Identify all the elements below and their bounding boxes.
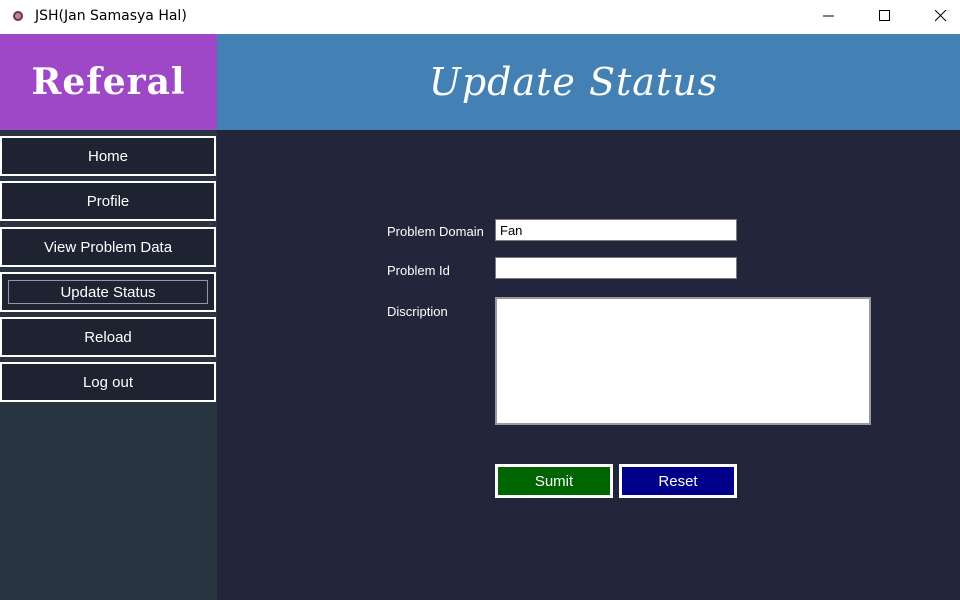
sidebar-item-profile[interactable]: Profile xyxy=(0,181,216,221)
problem-id-input[interactable] xyxy=(495,257,737,279)
submit-button-label: Sumit xyxy=(534,472,574,490)
minimize-button[interactable] xyxy=(806,0,852,32)
problem-id-label: Problem Id xyxy=(387,263,450,278)
sidebar-item-label: View Problem Data xyxy=(43,238,173,256)
sidebar-item-view-problem-data[interactable]: View Problem Data xyxy=(0,227,216,267)
description-label: Discription xyxy=(387,304,448,319)
sidebar-item-label: Home xyxy=(87,147,128,165)
problem-domain-label: Problem Domain xyxy=(387,224,484,239)
reset-button[interactable]: Reset xyxy=(619,464,737,498)
focus-rectangle xyxy=(8,280,208,304)
close-button[interactable] xyxy=(918,0,960,32)
sidebar-item-label: Log out xyxy=(82,373,134,391)
sidebar-item-update-status[interactable]: Update Status xyxy=(0,272,216,312)
sidebar-item-reload[interactable]: Reload xyxy=(0,317,216,357)
window-title: JSH(Jan Samasya Hal) xyxy=(35,8,187,24)
reset-button-label: Reset xyxy=(658,472,698,490)
window-titlebar: JSH(Jan Samasya Hal) xyxy=(0,0,960,34)
sidebar: Home Profile View Problem Data Update St… xyxy=(0,130,217,600)
submit-button[interactable]: Sumit xyxy=(495,464,613,498)
maximize-button[interactable] xyxy=(862,0,908,32)
maximize-icon xyxy=(879,10,890,21)
page-title: Update Status xyxy=(428,60,719,104)
sidebar-item-label: Reload xyxy=(84,328,132,346)
description-textarea[interactable] xyxy=(495,297,871,425)
close-icon xyxy=(935,10,947,22)
problem-domain-input[interactable] xyxy=(495,219,737,241)
app-icon xyxy=(13,11,23,21)
page-header: Update Status xyxy=(217,34,960,130)
logo-panel: Referal xyxy=(0,34,217,130)
minimize-icon xyxy=(823,15,834,17)
sidebar-item-logout[interactable]: Log out xyxy=(0,362,216,402)
sidebar-item-label: Profile xyxy=(86,192,130,210)
logo-text: Referal xyxy=(31,61,186,103)
sidebar-item-home[interactable]: Home xyxy=(0,136,216,176)
